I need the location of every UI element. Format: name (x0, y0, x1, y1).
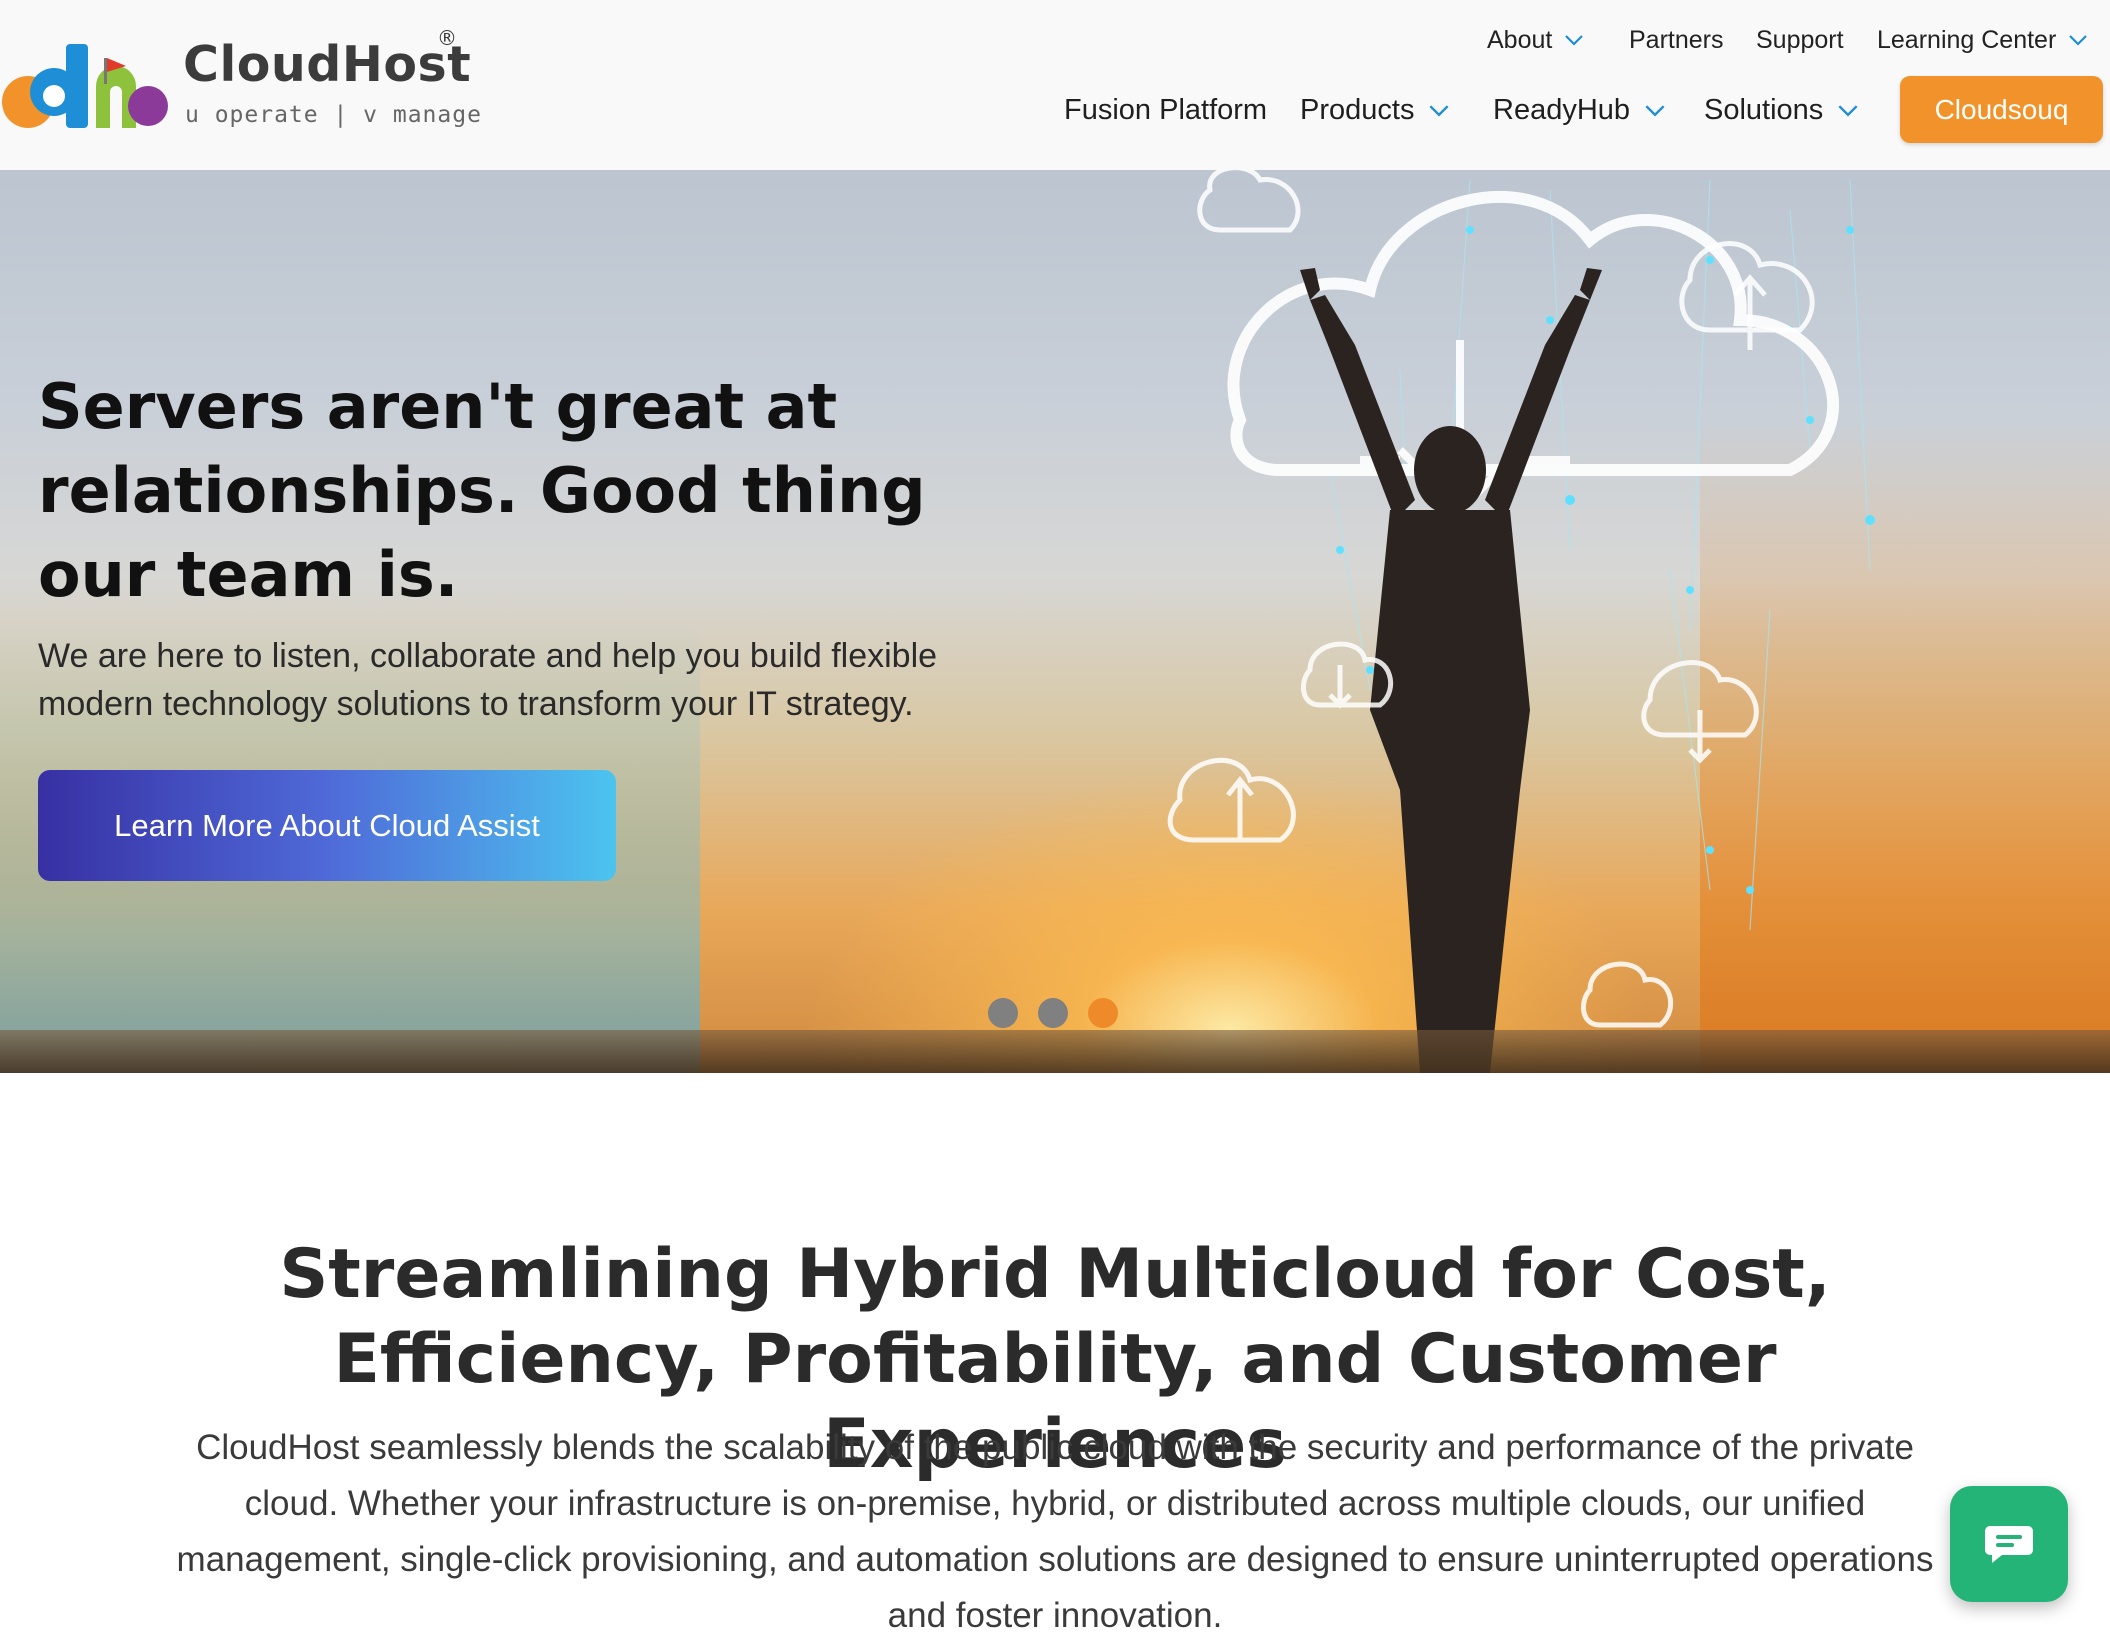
utility-nav-learning-center[interactable]: Learning Center (1877, 22, 2088, 58)
chevron-down-icon (1565, 35, 1584, 46)
cloudsouq-button[interactable]: Cloudsouq (1900, 76, 2103, 143)
learn-more-cloud-assist-button[interactable]: Learn More About Cloud Assist (38, 770, 616, 881)
nav-label: Products (1300, 93, 1415, 126)
registered-mark: ® (437, 26, 457, 50)
chevron-down-icon (1838, 104, 1858, 117)
utility-nav-label: Partners (1629, 25, 1724, 54)
nav-label: ReadyHub (1493, 93, 1631, 126)
hero-subtext: We are here to listen, collaborate and h… (38, 637, 938, 723)
cloudhost-logo-mark-icon (2, 44, 168, 128)
logo-wordmark: CloudHost (183, 36, 472, 93)
chevron-down-icon (2069, 35, 2088, 46)
utility-nav-partners[interactable]: Partners (1629, 22, 1723, 58)
chat-bubble-icon (1985, 1526, 2033, 1563)
hero-horizon (0, 1030, 2110, 1073)
page: CloudHost ® u operate | v manage About P… (0, 0, 2110, 1648)
carousel-dot-active[interactable] (1088, 998, 1118, 1028)
utility-nav-label: About (1487, 25, 1553, 54)
chevron-down-icon (1645, 104, 1665, 117)
site-header: CloudHost ® u operate | v manage About P… (0, 0, 2110, 170)
carousel-dot[interactable] (1038, 998, 1068, 1028)
nav-label: Solutions (1704, 93, 1824, 126)
logo[interactable]: CloudHost ® u operate | v manage (0, 26, 481, 140)
nav-fusion-platform[interactable]: Fusion Platform (1064, 90, 1267, 130)
carousel-dot[interactable] (988, 998, 1018, 1028)
utility-nav-support[interactable]: Support (1756, 22, 1844, 58)
utility-nav-label: Learning Center (1877, 25, 2057, 54)
nav-products[interactable]: Products (1300, 90, 1450, 130)
chat-widget-button[interactable] (1950, 1486, 2068, 1602)
nav-solutions[interactable]: Solutions (1704, 90, 1859, 130)
logo-tagline: u operate | v manage (185, 102, 482, 128)
hero-headline: Servers aren't great at relationships. G… (38, 370, 926, 611)
hero-cloud-person-illustration (1167, 170, 1875, 1073)
section-body: CloudHost seamlessly blends the scalabil… (176, 1428, 1934, 1635)
utility-nav-label: Support (1756, 25, 1844, 54)
utility-nav-about[interactable]: About (1487, 22, 1584, 58)
chevron-down-icon (1429, 104, 1449, 117)
nav-label: Fusion Platform (1064, 93, 1268, 126)
hero-banner: Servers aren't great at relationships. G… (0, 170, 2110, 1073)
nav-readyhub[interactable]: ReadyHub (1493, 90, 1666, 130)
